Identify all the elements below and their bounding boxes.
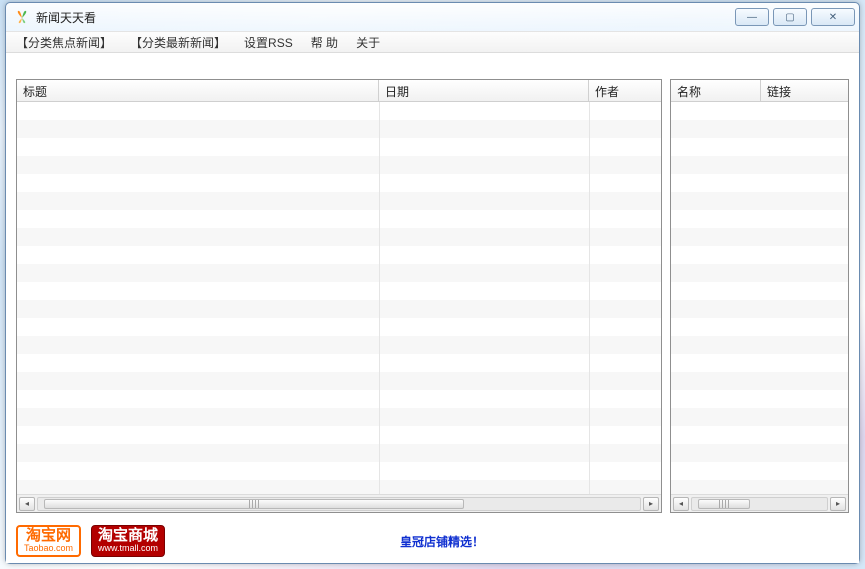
scroll-right-button[interactable]: ▸ (643, 497, 659, 511)
close-icon: ✕ (829, 12, 837, 23)
titlebar[interactable]: 新闻天天看 — ▢ ✕ (6, 3, 859, 31)
col-title[interactable]: 标题 (17, 80, 379, 101)
col-date[interactable]: 日期 (379, 80, 589, 101)
tmall-logo-cn: 淘宝商城 (98, 528, 158, 544)
tmall-logo[interactable]: 淘宝商城 www.tmall.com (91, 525, 165, 557)
app-window: 新闻天天看 — ▢ ✕ 【分类焦点新闻】 【分类最新新闻】 设置RSS 帮 助 … (5, 2, 860, 564)
menubar: 【分类焦点新闻】 【分类最新新闻】 设置RSS 帮 助 关于 (6, 31, 859, 53)
feed-table-body[interactable] (671, 102, 848, 494)
menu-help[interactable]: 帮 助 (307, 32, 342, 53)
news-table-hscroll[interactable]: ◂ ▸ (17, 494, 661, 512)
bottom-bar: 淘宝网 Taobao.com 淘宝商城 www.tmall.com 皇冠店铺精选… (6, 519, 859, 563)
scroll-left-button[interactable]: ◂ (19, 497, 35, 511)
col-name[interactable]: 名称 (671, 80, 761, 101)
feed-table-hscroll[interactable]: ◂ ▸ (671, 494, 848, 512)
scroll-thumb[interactable] (44, 499, 464, 509)
tmall-logo-en: www.tmall.com (98, 544, 158, 553)
scroll-grip-icon (719, 500, 729, 508)
scroll-left-button[interactable]: ◂ (673, 497, 689, 511)
taobao-logo-en: Taobao.com (24, 544, 73, 553)
menu-set-rss[interactable]: 设置RSS (240, 32, 297, 53)
feed-table-header: 名称 链接 (671, 80, 848, 102)
content-area: 标题 日期 作者 ◂ ▸ 名称 链接 ◂ (6, 53, 859, 519)
menu-latest-news[interactable]: 【分类最新新闻】 (126, 32, 230, 53)
window-controls: — ▢ ✕ (735, 8, 857, 26)
scroll-track[interactable] (691, 497, 828, 511)
app-icon (14, 9, 30, 25)
maximize-button[interactable]: ▢ (773, 8, 807, 26)
taobao-logo-cn: 淘宝网 (26, 528, 71, 544)
taobao-logo[interactable]: 淘宝网 Taobao.com (16, 525, 81, 557)
minimize-button[interactable]: — (735, 8, 769, 26)
scroll-track[interactable] (37, 497, 641, 511)
menu-about[interactable]: 关于 (352, 32, 384, 53)
chevron-right-icon: ▸ (649, 499, 653, 508)
col-link[interactable]: 链接 (761, 80, 848, 101)
news-list-table: 标题 日期 作者 ◂ ▸ (16, 79, 662, 513)
menu-focus-news[interactable]: 【分类焦点新闻】 (12, 32, 116, 53)
scroll-thumb[interactable] (698, 499, 750, 509)
col-author[interactable]: 作者 (589, 80, 661, 101)
maximize-icon: ▢ (785, 12, 794, 23)
scroll-right-button[interactable]: ▸ (830, 497, 846, 511)
feed-list-table: 名称 链接 ◂ ▸ (670, 79, 849, 513)
news-table-body[interactable] (17, 102, 661, 494)
chevron-left-icon: ◂ (679, 499, 683, 508)
app-title: 新闻天天看 (36, 9, 96, 26)
news-table-header: 标题 日期 作者 (17, 80, 661, 102)
shop-link[interactable]: 皇冠店铺精选！ (175, 533, 709, 550)
chevron-right-icon: ▸ (836, 499, 840, 508)
close-button[interactable]: ✕ (811, 8, 855, 26)
scroll-grip-icon (249, 500, 259, 508)
chevron-left-icon: ◂ (25, 499, 29, 508)
minimize-icon: — (747, 12, 757, 23)
